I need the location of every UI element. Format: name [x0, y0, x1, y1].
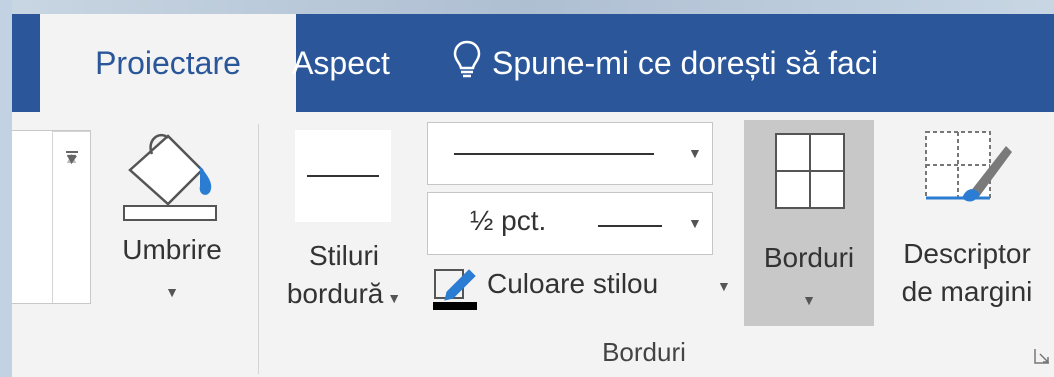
window-background — [0, 0, 1054, 14]
pen-color-icon — [433, 264, 481, 315]
tab-proiectare[interactable]: Proiectare — [40, 14, 296, 112]
umbrire-dropdown-arrow: ▼ — [165, 284, 179, 300]
stiluri-label-line2: bordură ▼ — [264, 276, 424, 316]
descriptor-label: Descriptor — [903, 238, 1031, 269]
borduri-button-label: Borduri — [763, 242, 855, 273]
line-weight-value: ½ pct. — [470, 205, 547, 236]
stiluri-dropdown-arrow: ▼ — [383, 290, 402, 306]
border-style-preview — [295, 130, 391, 222]
line-style-sample — [454, 153, 654, 155]
tell-me-search[interactable]: Spune-mi ce dorești să faci — [452, 14, 878, 112]
gallery-expand-button[interactable] — [53, 131, 90, 188]
line-weight-dropdown[interactable]: ½ pct. ▼ — [427, 192, 713, 255]
tab-aspect[interactable]: Aspect — [282, 14, 400, 112]
borders-grid-icon — [774, 132, 846, 215]
pen-color-dropdown-arrow: ▼ — [717, 278, 731, 294]
stiluri-label: Stiluri — [308, 240, 379, 271]
border-styles-button[interactable]: Stiluri bordură ▼ — [264, 112, 424, 326]
borduri-dropdown-arrow: ▼ — [802, 292, 816, 308]
tell-me-label: Spune-mi ce dorești să faci — [492, 44, 878, 81]
pen-color-button[interactable]: Culoare stilou ▼ — [427, 262, 739, 312]
window-background-left — [0, 0, 12, 377]
gallery-more-icon — [65, 150, 79, 171]
styles-gallery[interactable]: ▲ ▼ — [12, 130, 91, 304]
dialog-launcher-icon[interactable] — [1034, 348, 1050, 364]
tab-aspect-label: Aspect — [292, 44, 390, 81]
chevron-down-icon: ▼ — [688, 145, 702, 161]
lightbulb-icon — [452, 39, 482, 87]
tab-proiectare-label: Proiectare — [95, 44, 241, 81]
border-painter-icon — [922, 128, 1018, 217]
line-weight-sample — [598, 225, 662, 227]
ribbon-panel: ▲ ▼ Umbrire ▼ Stiluri bordur — [12, 112, 1054, 377]
chevron-down-icon: ▼ — [688, 215, 702, 231]
border-painter-button[interactable]: Descriptor de margini — [880, 112, 1054, 326]
paint-bucket-icon — [122, 126, 220, 227]
group-separator — [258, 124, 259, 374]
bordura-label: bordură — [286, 278, 384, 309]
de-margini-label: de margini — [901, 276, 1033, 307]
ribbon-tab-bar: Proiectare Aspect Spune-mi ce dorești să… — [12, 14, 1054, 112]
gallery-scrollbar: ▲ ▼ — [52, 131, 90, 303]
umbrire-label: Umbrire — [122, 234, 222, 265]
shading-button[interactable]: Umbrire ▼ — [98, 112, 246, 326]
line-style-dropdown[interactable]: ▼ — [427, 122, 713, 185]
group-label-borduri: Borduri — [602, 337, 686, 367]
pen-color-label: Culoare stilou — [487, 268, 659, 299]
border-style-line — [307, 175, 379, 177]
borders-button[interactable]: Borduri ▼ — [744, 120, 874, 326]
